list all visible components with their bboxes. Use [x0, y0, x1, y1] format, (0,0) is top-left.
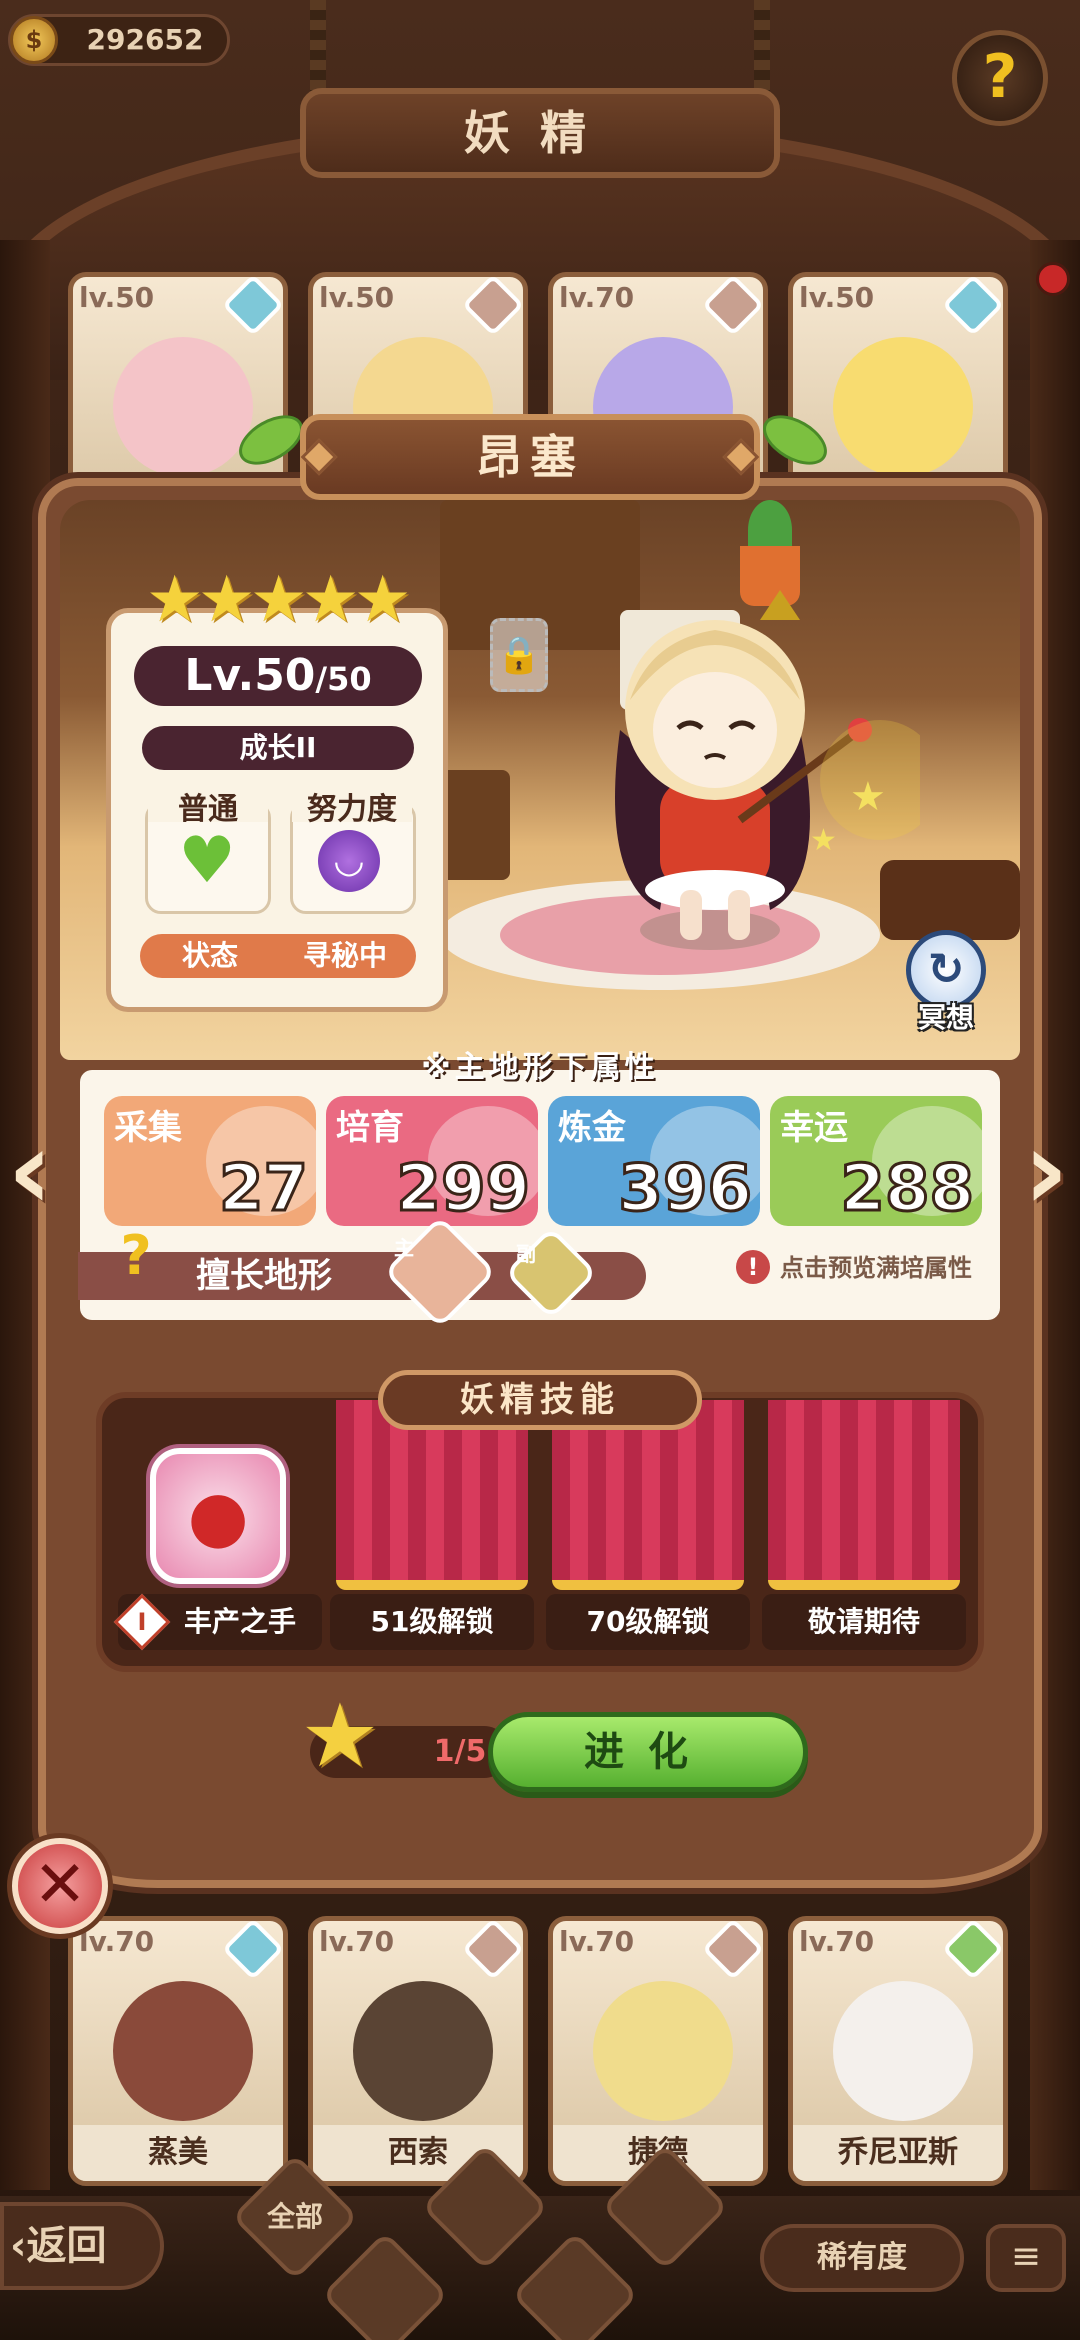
- close-button[interactable]: ✕: [12, 1838, 108, 1934]
- fairy-portrait: [833, 337, 973, 477]
- attribute-value: 288: [839, 1151, 976, 1227]
- skill-label: 51级解锁: [370, 1605, 494, 1638]
- fairy-portrait: [833, 1981, 973, 2121]
- rarity-sort-button[interactable]: 稀有度: [760, 2224, 964, 2292]
- element-icon: [941, 1921, 1003, 1981]
- terrain-main-tag: 主: [394, 1236, 414, 1260]
- skill-label: 70级解锁: [586, 1605, 710, 1638]
- fairy-level: Lv.50/50: [134, 646, 422, 706]
- attribute-value: 27: [217, 1151, 309, 1227]
- status-value: 寻秘中: [302, 939, 387, 972]
- level-max: /50: [315, 660, 372, 698]
- fairy-name: 昂塞: [476, 430, 584, 484]
- element-icon: [701, 1921, 763, 1981]
- card-name: 蒸美: [73, 2125, 283, 2181]
- sort-button[interactable]: ≡: [986, 2224, 1066, 2292]
- back-button[interactable]: ‹返回: [0, 2202, 164, 2290]
- skills-title: 妖精技能: [460, 1380, 620, 1420]
- chevron-left-icon: ‹: [7, 1106, 53, 1234]
- fairy-portrait: [593, 1981, 733, 2121]
- attribute-label: 采集: [114, 1108, 182, 1148]
- star-icon: ★: [146, 563, 204, 637]
- coin-value: 292652: [86, 23, 204, 56]
- growth-stage: 成长II: [239, 731, 317, 764]
- chevron-right-icon: ›: [1023, 1106, 1069, 1234]
- attribute-card-gather: 采集 27: [104, 1096, 316, 1226]
- close-icon: ✕: [33, 1848, 87, 1922]
- evolve-star-icon: ★: [300, 1684, 380, 1787]
- fairy-character: ★ ★: [615, 590, 920, 950]
- fairy-portrait: [113, 1981, 253, 2121]
- help-button[interactable]: ?: [952, 30, 1048, 126]
- back-label: 返回: [26, 2223, 107, 2269]
- attribute-label: 幸运: [780, 1108, 848, 1148]
- element-icon: [221, 1921, 283, 1981]
- fairy-card[interactable]: lv.70 乔尼亚斯: [788, 1916, 1008, 2186]
- fairy-portrait: [113, 337, 253, 477]
- card-level: lv.50: [799, 281, 875, 314]
- coin-icon: $: [10, 16, 58, 64]
- element-icon: [701, 277, 763, 337]
- lock-icon[interactable]: 🔒: [490, 618, 548, 692]
- star-icon: ★: [250, 563, 308, 637]
- card-level: lv.70: [799, 1925, 875, 1958]
- next-fairy-button[interactable]: ›: [1016, 1115, 1076, 1225]
- attribute-label: 培育: [336, 1108, 404, 1148]
- question-icon: ?: [982, 42, 1018, 112]
- fairy-card[interactable]: lv.70 捷德: [548, 1916, 768, 2186]
- fairy-portrait: [353, 1981, 493, 2121]
- meditate-label: 冥想: [917, 1001, 974, 1034]
- card-level: lv.50: [79, 281, 155, 314]
- element-icon: [941, 277, 1003, 337]
- alert-icon[interactable]: !: [736, 1250, 770, 1284]
- card-level: lv.70: [79, 1925, 155, 1958]
- attribute-label: 炼金: [558, 1108, 626, 1148]
- element-icon: [461, 1921, 523, 1981]
- card-level: lv.70: [319, 1925, 395, 1958]
- status-label: 状态: [181, 939, 238, 972]
- card-level: lv.50: [319, 281, 395, 314]
- tomato-icon[interactable]: ●: [150, 1448, 286, 1584]
- attribute-value: 396: [617, 1151, 754, 1227]
- page-title: 妖精: [464, 106, 616, 160]
- filter-all-label[interactable]: 全部: [240, 2192, 350, 2242]
- fairy-card[interactable]: lv.70 西索: [308, 1916, 528, 2186]
- ladybug-icon: [1036, 262, 1070, 296]
- attribute-heading: ※主地形下属性: [421, 1050, 659, 1085]
- cycle-icon: ↻: [927, 944, 965, 995]
- svg-text:★: ★: [850, 774, 886, 820]
- attribute-card-luck: 幸运 288: [770, 1096, 982, 1226]
- terrain-sub-tag: 副: [516, 1242, 536, 1266]
- heart-icon: ♥: [178, 824, 236, 898]
- chevron-left-icon: ‹: [10, 2223, 27, 2269]
- prev-fairy-button[interactable]: ‹: [0, 1115, 60, 1225]
- card-name: 乔尼亚斯: [793, 2125, 1003, 2181]
- card-level: lv.70: [559, 281, 635, 314]
- element-icon: [221, 277, 283, 337]
- skill-label: 丰产之手: [183, 1605, 296, 1638]
- attribute-card-nurture: 培育 299: [326, 1096, 538, 1226]
- svg-text:★: ★: [810, 823, 837, 858]
- attribute-card-alchemy: 炼金 396: [548, 1096, 760, 1226]
- skill-label: 敬请期待: [807, 1605, 920, 1638]
- question-sprout-icon[interactable]: ?: [106, 1226, 166, 1286]
- devil-icon: ◡: [318, 830, 380, 892]
- effort-label: 努力度: [292, 784, 412, 827]
- star-icon: ★: [198, 563, 256, 637]
- sort-icon: ≡: [1010, 2236, 1042, 2277]
- terrain-label: 擅长地形: [196, 1256, 332, 1296]
- evolve-button-label[interactable]: 进化: [488, 1712, 808, 1792]
- fairy-card[interactable]: lv.70 蒸美: [68, 1916, 288, 2186]
- star-icon: ★: [302, 563, 360, 637]
- star-icon: ★: [354, 563, 412, 637]
- locked-skill-curtain[interactable]: [768, 1400, 960, 1590]
- mood-label: 普通: [148, 784, 268, 827]
- attribute-value: 299: [395, 1151, 532, 1227]
- element-icon: [461, 277, 523, 337]
- level-value: Lv.50: [184, 650, 316, 701]
- preview-max-link[interactable]: 点击预览满培属性: [780, 1250, 1020, 1286]
- card-level: lv.70: [559, 1925, 635, 1958]
